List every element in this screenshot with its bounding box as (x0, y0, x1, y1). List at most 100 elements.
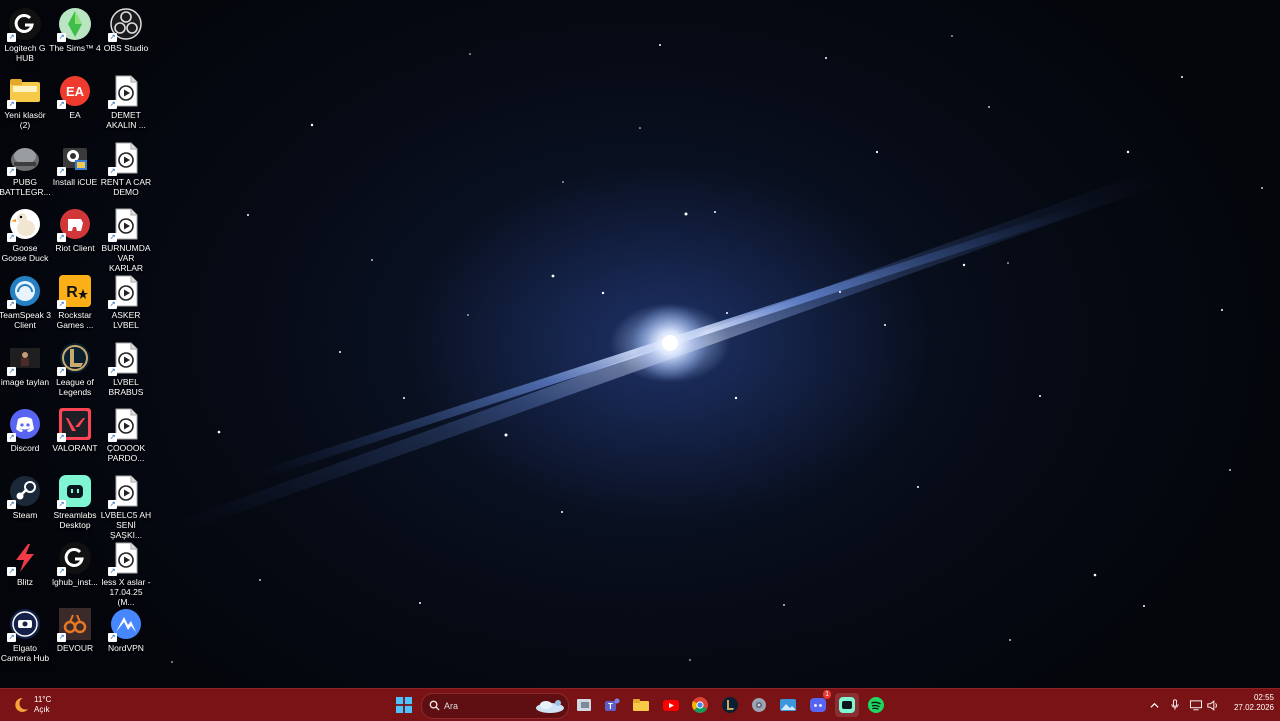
desktop-icon[interactable]: ↗ Install iCUE (50, 138, 100, 202)
taskbar-app-file-explorer[interactable] (629, 693, 653, 717)
microphone-button[interactable] (1168, 697, 1182, 713)
desktop-icon[interactable]: ↗ NordVPN (101, 604, 151, 668)
desktop-icon[interactable]: ↗ VALORANT (50, 404, 100, 468)
weather-moon-icon (15, 697, 28, 712)
desktop-icon-label: Install iCUE (52, 177, 98, 187)
desktop-icon[interactable]: ↗ Steam (0, 471, 50, 535)
logitech-g-icon: ↗ (57, 542, 91, 576)
svg-text:T: T (608, 702, 613, 711)
search-box[interactable]: Ara (421, 693, 569, 719)
taskbar-app-photos[interactable] (776, 693, 800, 717)
folder-icon (633, 699, 649, 711)
desktop-icon[interactable]: ↗ DEVOUR (50, 604, 100, 668)
folder-icon: ↗ (7, 75, 41, 109)
desktop-icon[interactable]: ↗ Elgato Camera Hub (0, 604, 50, 668)
taskbar-app-teams[interactable]: T (600, 693, 624, 717)
desktop-icon-label: NordVPN (108, 643, 144, 653)
valorant-icon: ↗ (57, 408, 91, 442)
desktop-icon[interactable]: ↗ League of Legends (50, 338, 100, 402)
shortcut-arrow-icon: ↗ (7, 300, 16, 309)
video-file-icon: ↗ (108, 475, 142, 509)
start-button[interactable] (392, 693, 416, 717)
desktop-icon[interactable]: ↗ Logitech G HUB (0, 4, 50, 68)
chevron-up-icon (1149, 702, 1159, 708)
desktop-icon[interactable]: ↗ Riot Client (50, 204, 100, 268)
desktop-icon[interactable]: ↗ BURNUMDA VAR KARLAR (101, 204, 151, 273)
desktop-icon[interactable]: ↗ Goose Goose Duck (0, 204, 50, 268)
shortcut-arrow-icon: ↗ (108, 633, 117, 642)
desktop[interactable]: ↗ Logitech G HUB ↗ The Sims™ 4 ↗ OBS Studio ↗ Y… (0, 0, 1280, 688)
desktop-icon-label: ASKER LVBEL (111, 310, 141, 330)
video-file-icon: ↗ (108, 275, 142, 309)
desktop-icon-label: RENT A CAR DEMO (100, 177, 152, 197)
blitz-icon: ↗ (7, 542, 41, 576)
desktop-icon[interactable]: ↗ ÇOOOOK PARDO... (101, 404, 151, 468)
spotify-icon (868, 697, 884, 713)
desktop-icon-label: PUBG BATTLEGR... (0, 177, 51, 197)
search-placeholder: Ara (444, 701, 459, 711)
desktop-icon[interactable]: ↗ LVBEL BRABUS (101, 338, 151, 402)
taskbar-app-file-explorer-pane[interactable] (572, 693, 596, 717)
sims-plumbob-icon: ↗ (57, 8, 91, 42)
taskbar-app-youtube[interactable] (659, 693, 683, 717)
shortcut-arrow-icon: ↗ (7, 433, 16, 442)
desktop-icon[interactable]: ↗ less X aslar - 17.04.25 (M... (101, 538, 151, 607)
desktop-icon[interactable]: ↗ The Sims™ 4 (49, 4, 101, 68)
show-hidden-icons-button[interactable] (1147, 697, 1161, 713)
taskbar-app-streamlabs[interactable] (835, 693, 859, 717)
desktop-icon-label: DEMET AKALIN ... (106, 110, 146, 130)
volume-button[interactable] (1206, 697, 1220, 713)
teamspeak-icon: ↗ (7, 275, 41, 309)
desktop-icon[interactable]: ↗ PUBG BATTLEGR... (0, 138, 51, 202)
shortcut-arrow-icon: ↗ (57, 633, 66, 642)
weather-temperature: 11°C (34, 695, 52, 704)
shortcut-arrow-icon: ↗ (7, 167, 16, 176)
desktop-icon[interactable]: EA ↗ EA (50, 71, 100, 135)
photos-icon (780, 699, 796, 711)
streamlabs-icon: ↗ (57, 475, 91, 509)
weather-condition: Açık (34, 705, 50, 714)
clock-date: 27.02.2026 (1233, 703, 1274, 712)
video-file-icon: ↗ (108, 142, 142, 176)
notification-badge: 1 (823, 690, 831, 699)
desktop-icon[interactable]: ↗ Streamlabs Desktop (50, 471, 100, 535)
desktop-icon[interactable]: R ↗ Rockstar Games ... (50, 271, 100, 335)
logitech-g-icon: ↗ (7, 8, 41, 42)
desktop-icon[interactable]: ↗ lghub_inst... (50, 538, 100, 602)
desktop-icon-label: ÇOOOOK PARDO... (106, 443, 146, 463)
desktop-icon[interactable]: ↗ Yeni klasör (2) (0, 71, 50, 135)
streamlabs-icon (839, 697, 855, 713)
teams-icon: T (605, 698, 620, 711)
desktop-icon[interactable]: ↗ image taylan (0, 338, 50, 402)
shortcut-arrow-icon: ↗ (108, 567, 117, 576)
desktop-icon[interactable]: ↗ DEMET AKALIN ... (101, 71, 151, 135)
desktop-icon-label: OBS Studio (103, 43, 149, 53)
taskbar-app-settings[interactable] (747, 693, 771, 717)
desktop-icon-label: Steam (12, 510, 38, 520)
desktop-icon[interactable]: ↗ Discord (0, 404, 50, 468)
taskbar-app-chrome[interactable] (688, 693, 712, 717)
taskbar-app-league[interactable] (718, 693, 742, 717)
video-file-icon: ↗ (108, 408, 142, 442)
youtube-icon (663, 700, 679, 711)
shortcut-arrow-icon: ↗ (7, 367, 16, 376)
clock[interactable]: 02:55 27.02.2026 (1224, 693, 1274, 713)
desktop-icon[interactable]: ↗ Blitz (0, 538, 50, 602)
desktop-icon[interactable]: ↗ ASKER LVBEL (101, 271, 151, 335)
steam-icon: ↗ (7, 475, 41, 509)
desktop-icon[interactable]: ↗ LVBELC5 AH SENİ ŞAŞKI... (101, 471, 151, 540)
video-file-icon: ↗ (108, 208, 142, 242)
clock-time: 02:55 (1253, 693, 1274, 702)
desktop-icon-label: Elgato Camera Hub (0, 643, 50, 663)
desktop-icon[interactable]: ↗ RENT A CAR DEMO (101, 138, 151, 202)
weather-widget[interactable]: 11°C Açık (10, 693, 51, 717)
riot-fist-icon: ↗ (57, 208, 91, 242)
desktop-icon[interactable]: ↗ TeamSpeak 3 Client (0, 271, 51, 335)
desktop-icon-label: lghub_inst... (52, 577, 98, 587)
shortcut-arrow-icon: ↗ (7, 233, 16, 242)
network-button[interactable] (1189, 697, 1203, 713)
search-highlight-image-icon (536, 700, 564, 713)
taskbar-app-spotify[interactable] (864, 693, 888, 717)
desktop-icon[interactable]: ↗ OBS Studio (101, 4, 151, 68)
taskbar-app-discord[interactable]: 1 (806, 690, 831, 717)
